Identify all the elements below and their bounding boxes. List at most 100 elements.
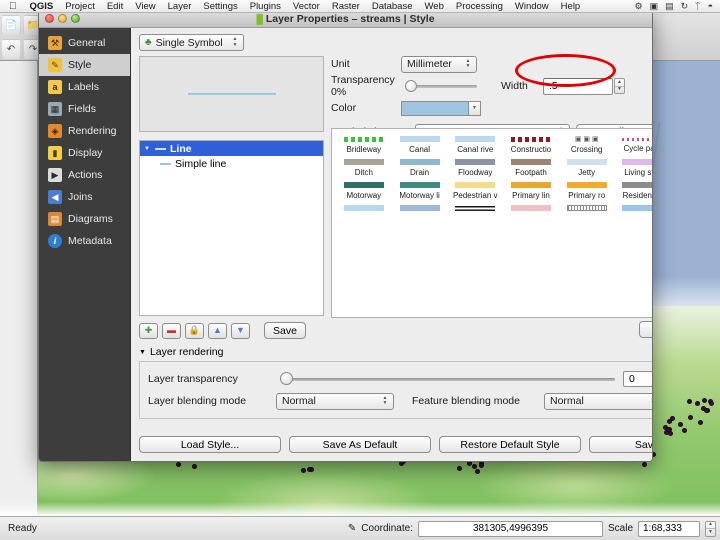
- symbol-tree-node-simple-line[interactable]: Simple line: [140, 156, 323, 171]
- save-symbol-button[interactable]: Save: [264, 322, 306, 339]
- library-symbol-label: Constructio: [510, 145, 552, 154]
- load-style-button[interactable]: Load Style...: [139, 436, 281, 453]
- apple-icon[interactable]: : [0, 1, 24, 12]
- library-symbol-item[interactable]: [615, 204, 652, 214]
- library-symbol-item[interactable]: Bridleway: [336, 135, 392, 154]
- sidebar-item-labels[interactable]: a Labels: [39, 76, 130, 98]
- restore-default-style-button[interactable]: Restore Default Style: [439, 436, 581, 453]
- save-as-default-button[interactable]: Save As Default: [289, 436, 431, 453]
- library-symbol-item[interactable]: [447, 204, 503, 214]
- library-symbol-item[interactable]: Primary ro: [559, 181, 615, 200]
- color-dropdown-arrow[interactable]: ▼: [469, 100, 481, 116]
- menu-item-qgis[interactable]: QGIS: [24, 1, 60, 12]
- library-symbol-item[interactable]: Living stre: [615, 158, 652, 177]
- library-symbol-swatch: [622, 138, 652, 141]
- layer-blending-mode-label: Layer blending mode: [148, 395, 247, 407]
- menu-item-web[interactable]: Web: [419, 1, 450, 12]
- slider-knob[interactable]: [405, 80, 417, 92]
- slider-knob[interactable]: [280, 372, 293, 385]
- library-symbol-item[interactable]: Motorway: [336, 181, 392, 200]
- layer-transparency-value[interactable]: 0: [623, 371, 652, 387]
- move-down-button[interactable]: ▼: [231, 322, 250, 339]
- library-symbol-item[interactable]: Canal: [392, 135, 448, 154]
- library-symbol-item[interactable]: Residential: [615, 181, 652, 200]
- menu-item-processing[interactable]: Processing: [450, 1, 509, 12]
- width-field[interactable]: .5: [543, 77, 613, 95]
- library-symbol-item[interactable]: Drain: [392, 158, 448, 177]
- menu-item-vector[interactable]: Vector: [287, 1, 326, 12]
- chevron-down-icon[interactable]: ▼: [139, 349, 146, 356]
- coordinate-field[interactable]: 381305,4996395: [417, 520, 603, 537]
- wifi-icon[interactable]: ◓: [708, 1, 713, 12]
- symbol-preview: [139, 56, 324, 132]
- menu-item-help[interactable]: Help: [555, 1, 587, 12]
- library-symbol-item[interactable]: [503, 204, 559, 214]
- sidebar-item-display[interactable]: ▮ Display: [39, 142, 130, 164]
- bluetooth-icon[interactable]: ᛠ: [695, 1, 700, 12]
- menu-item-window[interactable]: Window: [509, 1, 555, 12]
- layer-transparency-slider[interactable]: [280, 372, 615, 386]
- library-symbol-item[interactable]: Primary lin: [503, 181, 559, 200]
- remove-symbol-layer-button[interactable]: ▬: [162, 322, 181, 339]
- save-style-button[interactable]: Save Style ▼: [589, 436, 652, 453]
- library-symbol-item[interactable]: Motorway li: [392, 181, 448, 200]
- width-stepper[interactable]: ▲ ▼: [614, 78, 625, 94]
- lock-colors-button[interactable]: 🔒: [185, 322, 204, 339]
- library-symbol-item[interactable]: Ditch: [336, 158, 392, 177]
- symbol-tree-node-line[interactable]: ▼ Line: [140, 141, 323, 156]
- sidebar-item-joins[interactable]: ◀ Joins: [39, 186, 130, 208]
- new-project-icon[interactable]: 📄: [1, 15, 21, 35]
- timemachine-icon[interactable]: ↻: [681, 1, 689, 12]
- menu-item-layer[interactable]: Layer: [162, 1, 198, 12]
- symbol-library-grid[interactable]: Bridleway Canal Canal rive Constructio ▣ ▣ ▣…: [331, 128, 652, 318]
- menu-item-view[interactable]: View: [129, 1, 161, 12]
- scale-field[interactable]: 1:68,333: [638, 520, 700, 537]
- menu-item-plugins[interactable]: Plugins: [244, 1, 287, 12]
- undo-icon[interactable]: ↶: [1, 39, 21, 59]
- library-symbol-item[interactable]: Floodway: [447, 158, 503, 177]
- sidebar-item-rendering[interactable]: ◈ Rendering: [39, 120, 130, 142]
- menu-item-project[interactable]: Project: [59, 1, 101, 12]
- library-symbol-item[interactable]: ▣ ▣ ▣ Crossing: [559, 135, 615, 155]
- add-symbol-layer-button[interactable]: ✚: [139, 322, 158, 339]
- sidebar-item-style[interactable]: ✎ Style: [39, 54, 130, 76]
- menu-item-raster[interactable]: Raster: [326, 1, 366, 12]
- library-symbol-item[interactable]: [336, 204, 392, 214]
- sidebar-item-general[interactable]: ⚒ General: [39, 32, 130, 54]
- chevron-down-icon[interactable]: ▼: [144, 146, 151, 152]
- scale-stepper[interactable]: ▲ ▼: [705, 520, 716, 537]
- library-symbol-item[interactable]: [392, 204, 448, 214]
- symbol-layer-tree[interactable]: ▼ Line Simple line: [139, 140, 324, 316]
- renderer-type-dropdown[interactable]: ♣ Single Symbol ▲ ▼: [139, 34, 244, 51]
- layer-rendering-header[interactable]: ▼ Layer rendering: [139, 346, 652, 358]
- library-symbol-item[interactable]: [559, 204, 615, 214]
- render-icon[interactable]: ✎: [348, 523, 356, 534]
- airplay-icon[interactable]: ▣: [650, 1, 659, 12]
- slider-track: [280, 378, 615, 381]
- unit-dropdown[interactable]: Millimeter ▲ ▼: [401, 55, 477, 73]
- menu-item-settings[interactable]: Settings: [197, 1, 243, 12]
- advanced-button[interactable]: Advanced ▼: [639, 321, 652, 338]
- feature-blending-mode-dropdown[interactable]: Normal ▲▼: [544, 392, 652, 410]
- display-icon[interactable]: ▤: [665, 1, 674, 12]
- sidebar-item-metadata[interactable]: i Metadata: [39, 230, 130, 252]
- library-symbol-swatch: ▣ ▣ ▣: [574, 135, 599, 143]
- sidebar-item-actions[interactable]: ▶ Actions: [39, 164, 130, 186]
- library-symbol-item[interactable]: Canal rive: [447, 135, 503, 154]
- dialog-sidebar: ⚒ General ✎ Style a Labels ▦ Fields ◈ Re…: [39, 28, 131, 461]
- library-symbol-swatch: [399, 159, 440, 165]
- layer-blending-mode-dropdown[interactable]: Normal ▲ ▼: [276, 392, 394, 410]
- library-symbol-item[interactable]: Footpath: [503, 158, 559, 177]
- move-up-button[interactable]: ▲: [208, 322, 227, 339]
- library-symbol-item[interactable]: Cycle path: [615, 135, 652, 154]
- library-symbol-item[interactable]: Jetty: [559, 158, 615, 177]
- dropbox-icon[interactable]: ⚙: [635, 1, 643, 12]
- library-symbol-item[interactable]: Pedestrian v: [447, 181, 503, 200]
- menu-item-edit[interactable]: Edit: [101, 1, 129, 12]
- sidebar-item-fields[interactable]: ▦ Fields: [39, 98, 130, 120]
- sidebar-item-diagrams[interactable]: ▤ Diagrams: [39, 208, 130, 230]
- library-symbol-item[interactable]: Constructio: [503, 135, 559, 154]
- color-swatch[interactable]: [401, 100, 469, 116]
- transparency-slider[interactable]: [405, 79, 477, 93]
- menu-item-database[interactable]: Database: [366, 1, 419, 12]
